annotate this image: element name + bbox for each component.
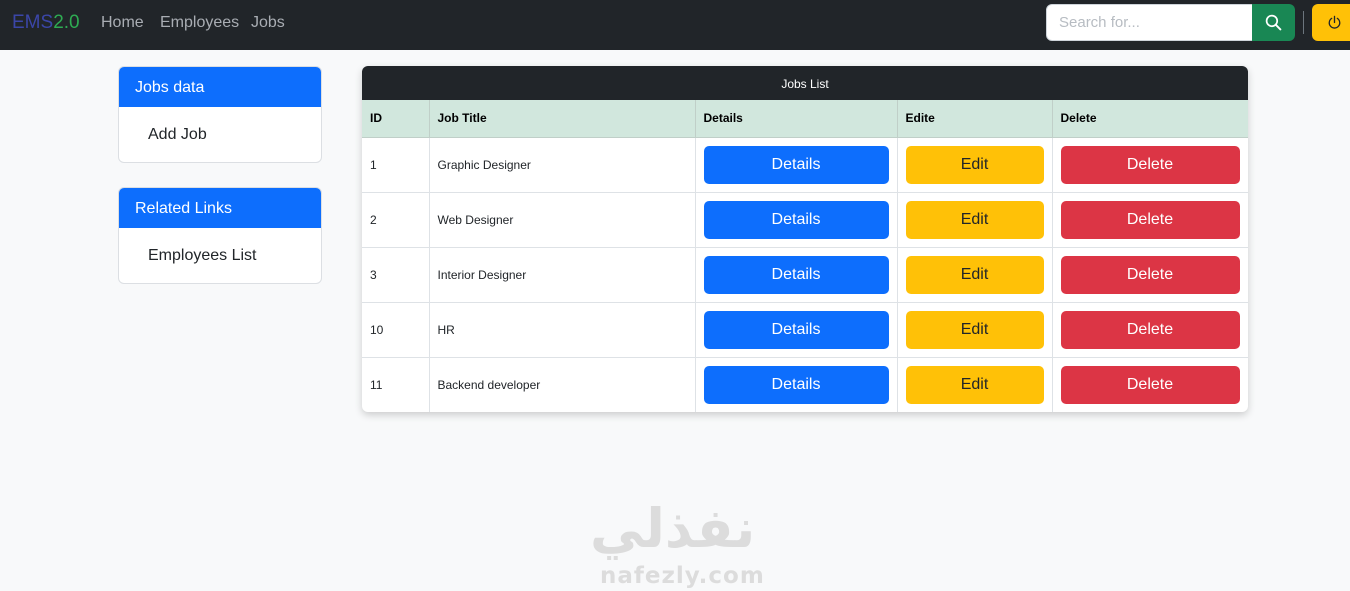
job-id-cell: 2 xyxy=(362,192,430,248)
delete-button[interactable]: Delete xyxy=(1060,310,1240,349)
job-title-cell: Graphic Designer xyxy=(429,137,696,193)
delete-button[interactable]: Delete xyxy=(1060,255,1240,294)
brand-name: EMS xyxy=(12,12,54,33)
logout-button[interactable] xyxy=(1312,4,1350,41)
table-header-row: ID Job Title Details Edite Delete xyxy=(362,100,1248,138)
jobs-table: ID Job Title Details Edite Delete 1 Grap… xyxy=(362,100,1248,412)
nav-home[interactable]: Home xyxy=(101,14,144,32)
search-icon xyxy=(1265,14,1282,31)
edit-button[interactable]: Edit xyxy=(905,310,1044,349)
job-title-cell: Web Designer xyxy=(429,192,696,248)
job-title-cell: Backend developer xyxy=(429,357,696,412)
job-id-cell: 10 xyxy=(362,302,430,358)
delete-button[interactable]: Delete xyxy=(1060,200,1240,239)
job-title-cell: HR xyxy=(429,302,696,358)
nav-jobs[interactable]: Jobs xyxy=(251,14,285,32)
search-button[interactable] xyxy=(1252,4,1295,41)
search-input[interactable] xyxy=(1046,4,1254,41)
job-title-cell: Interior Designer xyxy=(429,247,696,303)
delete-button[interactable]: Delete xyxy=(1060,145,1240,184)
nav-employees[interactable]: Employees xyxy=(160,14,239,32)
job-id-cell: 11 xyxy=(362,357,430,412)
table-row: 1 Graphic Designer Details Edit Delete xyxy=(362,137,1248,193)
edit-button[interactable]: Edit xyxy=(905,145,1044,184)
job-id-cell: 1 xyxy=(362,137,430,193)
table-row: 3 Interior Designer Details Edit Delete xyxy=(362,247,1248,303)
column-header-delete: Delete xyxy=(1052,100,1248,138)
jobs-panel: Jobs List ID Job Title Details Edite Del… xyxy=(362,66,1248,412)
edit-button[interactable]: Edit xyxy=(905,255,1044,294)
column-header-details: Details xyxy=(695,100,898,138)
employees-list-link[interactable]: Employees List xyxy=(119,228,321,283)
related-links-header: Related Links xyxy=(119,188,321,228)
jobs-list-title: Jobs List xyxy=(362,66,1248,100)
edit-button[interactable]: Edit xyxy=(905,365,1044,404)
details-button[interactable]: Details xyxy=(703,255,889,294)
watermark-url: nafezly.com xyxy=(600,563,765,589)
details-button[interactable]: Details xyxy=(703,145,889,184)
job-id-cell: 3 xyxy=(362,247,430,303)
delete-button[interactable]: Delete xyxy=(1060,365,1240,404)
brand-logo[interactable]: EMS2.0 xyxy=(12,12,80,34)
jobs-data-card: Jobs data Add Job xyxy=(118,66,322,163)
table-row: 10 HR Details Edit Delete xyxy=(362,302,1248,358)
details-button[interactable]: Details xyxy=(703,365,889,404)
table-row: 11 Backend developer Details Edit Delete xyxy=(362,357,1248,412)
table-row: 2 Web Designer Details Edit Delete xyxy=(362,192,1248,248)
navbar-divider xyxy=(1303,11,1304,34)
column-header-id: ID xyxy=(362,100,430,138)
add-job-link[interactable]: Add Job xyxy=(119,107,321,162)
details-button[interactable]: Details xyxy=(703,310,889,349)
column-header-edit: Edite xyxy=(897,100,1053,138)
jobs-data-header: Jobs data xyxy=(119,67,321,107)
edit-button[interactable]: Edit xyxy=(905,200,1044,239)
power-icon xyxy=(1328,15,1340,29)
navbar: EMS2.0 Home Employees Jobs xyxy=(0,0,1350,50)
related-links-card: Related Links Employees List xyxy=(118,187,322,284)
brand-version: 2.0 xyxy=(53,12,80,33)
column-header-job-title: Job Title xyxy=(429,100,696,138)
watermark-arabic: نفذلي xyxy=(590,497,756,560)
details-button[interactable]: Details xyxy=(703,200,889,239)
